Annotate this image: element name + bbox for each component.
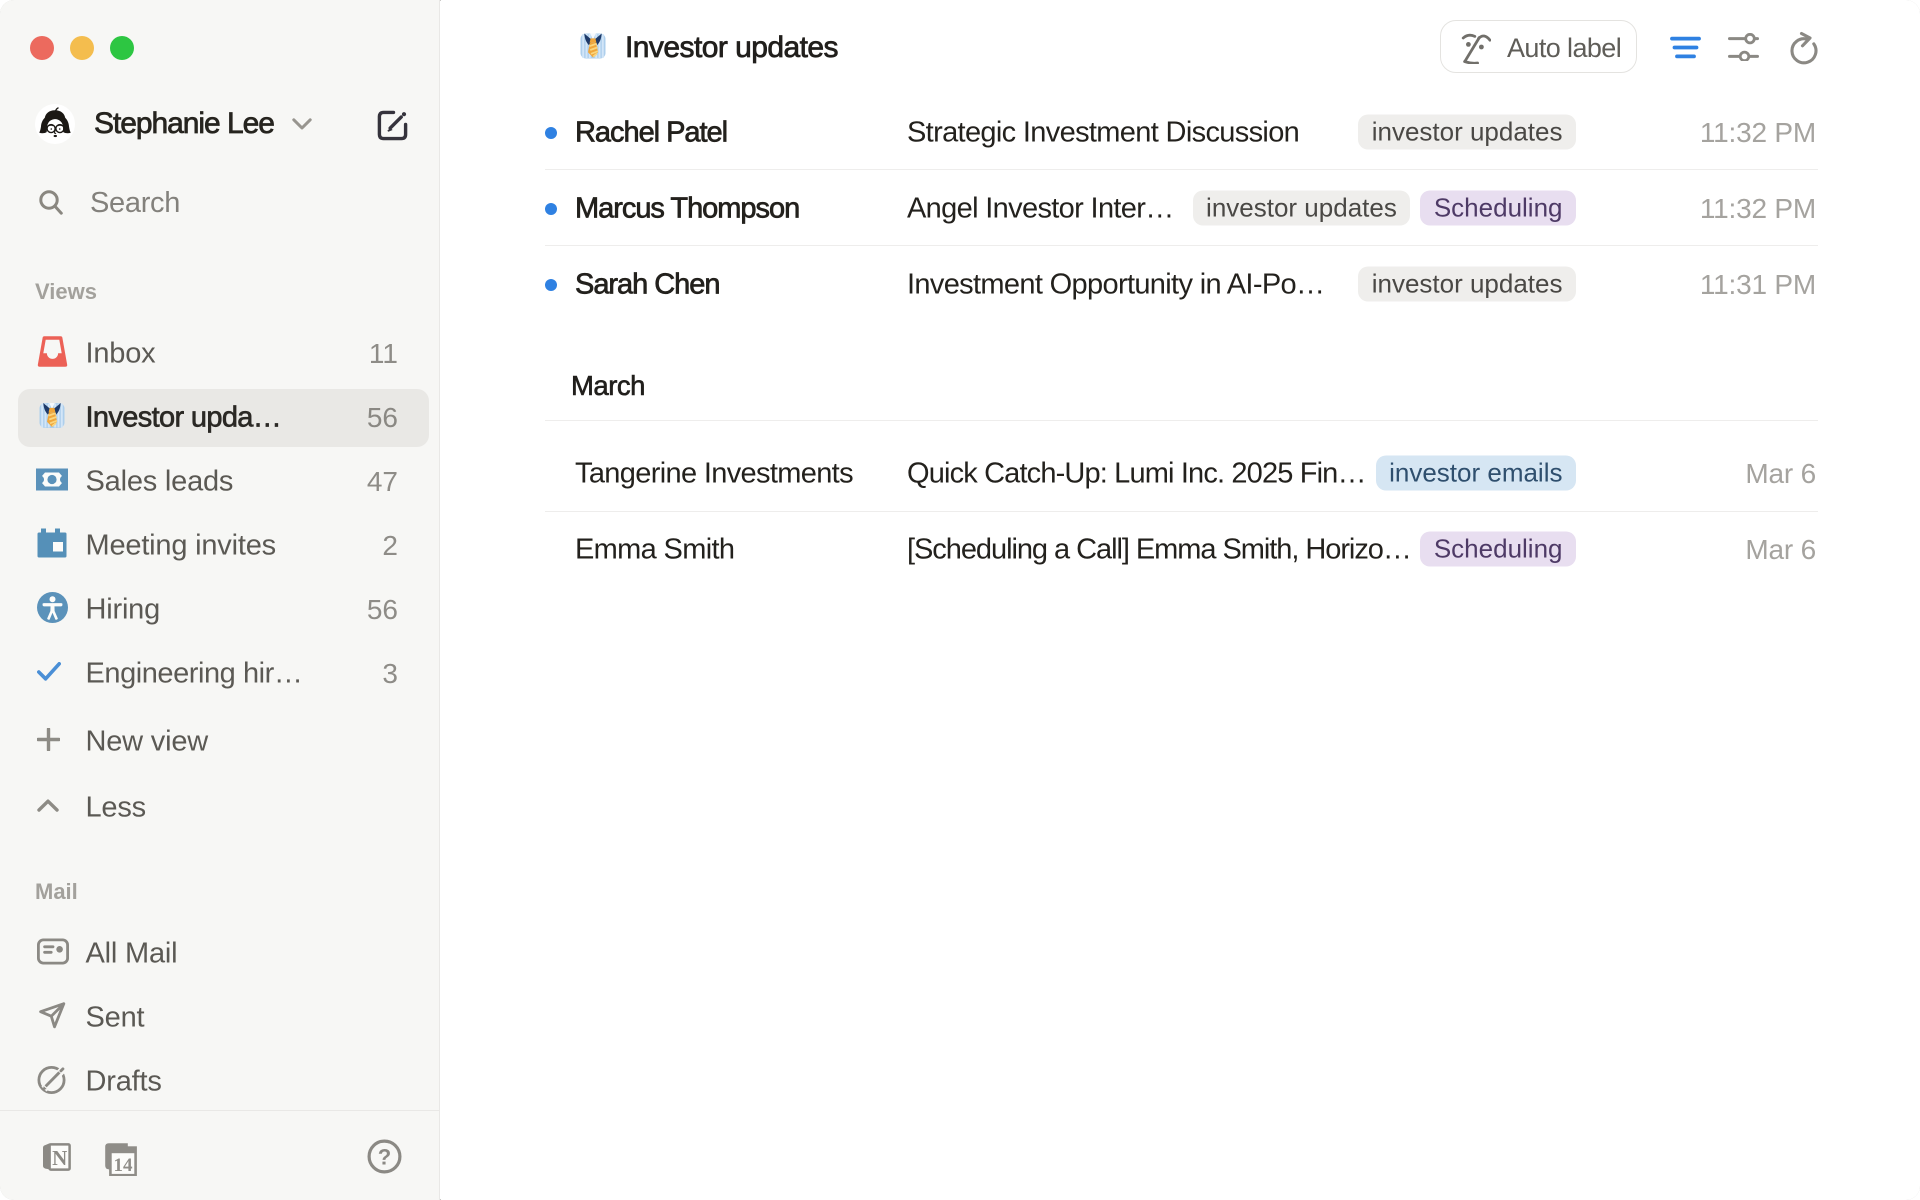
svg-text:N: N [52, 1146, 67, 1170]
svg-text:?: ? [378, 1145, 391, 1170]
svg-text:14: 14 [114, 1155, 134, 1176]
